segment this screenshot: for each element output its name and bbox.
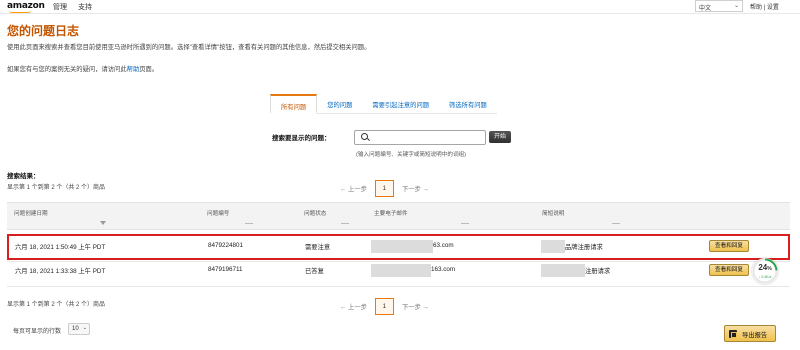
top-right-links: 帮助 | 设置 <box>750 2 779 11</box>
top-bar: amazon 管理 支持 中文 ⌄ 帮助 | 设置 <box>0 0 800 14</box>
pagination-top: ← 上一步 1 下一步 → <box>340 180 429 197</box>
redacted-email <box>371 240 433 253</box>
row-divider <box>7 286 790 287</box>
rows-per-page-select[interactable]: 10 ⌄ <box>68 323 90 335</box>
filter-line-icon <box>461 223 469 224</box>
current-page[interactable]: 1 <box>374 298 394 315</box>
page-title: 您的问题日志 <box>7 24 80 38</box>
next-page-button[interactable]: 下一步 → <box>402 302 429 311</box>
issue-tabs: 所有问题 您的问题 需要引起注意的问题 筛选所有问题 <box>270 94 497 114</box>
settings-link[interactable]: 设置 <box>767 5 779 11</box>
row-number: 8479196711 <box>208 266 243 273</box>
next-page-button[interactable]: 下一步 → <box>402 184 429 193</box>
tab-attention-issues[interactable]: 需要引起注意的问题 <box>362 94 439 114</box>
progress-unit: % <box>767 266 772 272</box>
nav-support[interactable]: 支持 <box>78 2 92 12</box>
sort-caret-icon[interactable] <box>100 221 106 225</box>
help-note-prefix: 如果您有与您的案例无关的疑问，请访问此 <box>7 66 127 73</box>
prev-page-button[interactable]: ← 上一步 <box>340 184 367 193</box>
redacted-description <box>541 240 565 253</box>
search-input[interactable] <box>354 130 486 145</box>
row-status: 需要注意 <box>305 244 331 251</box>
rows-per-page-label: 每页可显示的行数 <box>13 329 62 335</box>
column-header-description[interactable]: 简短说明 <box>542 209 564 217</box>
network-speed-widget[interactable]: 24% ↓ 0.4K/s <box>752 258 778 284</box>
tab-your-issues[interactable]: 您的问题 <box>317 94 362 114</box>
results-count: 显示第 1 个到第 2 个（共 2 个）商品 <box>7 185 106 191</box>
tab-all-issues[interactable]: 所有问题 <box>270 94 318 114</box>
filter-line-icon <box>341 223 349 224</box>
row-description: 注册请求 <box>585 268 611 275</box>
tab-filter-issues[interactable]: 筛选所有问题 <box>439 94 497 114</box>
search-button[interactable]: 开始 <box>489 131 511 143</box>
results-count-bottom: 显示第 1 个到第 2 个（共 2 个）商品 <box>7 302 106 308</box>
row-description: 品牌注册请求 <box>565 244 603 251</box>
progress-value: 24 <box>758 263 768 272</box>
row-date: 六月 18, 2021 1:50:49 上午 PDT <box>15 244 106 251</box>
row-status: 已答复 <box>305 268 324 275</box>
search-icon <box>361 133 368 140</box>
table-row: 六月 18, 2021 1:50:49 上午 PDT 8479224801 需要… <box>7 234 790 260</box>
column-header-number[interactable]: 问题编号 <box>207 209 229 217</box>
row-email: 63.com <box>433 242 454 249</box>
search-hint: (输入问题编号、关键字或简短说明中的词组) <box>356 152 467 158</box>
redacted-description <box>541 264 585 277</box>
page-description: 使用此页面来搜索并查看您目前使用亚马逊时所遇到的问题。选择"查看详情"按钮，查看… <box>7 44 371 51</box>
view-reply-button[interactable]: 查看和回复 <box>709 240 749 252</box>
column-header-status[interactable]: 问题状态 <box>304 209 326 217</box>
prev-page-button[interactable]: ← 上一步 <box>340 302 367 311</box>
table-row: 六月 18, 2021 1:33:38 上午 PDT 8479196711 已答… <box>7 258 790 284</box>
language-select[interactable]: 中文 ⌄ <box>695 0 743 12</box>
current-page[interactable]: 1 <box>374 180 394 197</box>
help-link[interactable]: 帮助 <box>750 5 762 11</box>
column-header-date[interactable]: 问题创建日期 <box>14 209 48 217</box>
row-date: 六月 18, 2021 1:33:38 上午 PDT <box>15 268 106 275</box>
pagination-bottom: ← 上一步 1 下一步 → <box>340 298 429 315</box>
redacted-email <box>371 264 431 277</box>
rows-per-page-value: 10 <box>72 326 79 332</box>
results-label: 搜索结果： <box>7 173 40 180</box>
export-report-button[interactable]: 导出报告 <box>724 325 776 342</box>
amazon-smile-icon <box>9 10 31 13</box>
export-label: 导出报告 <box>742 332 768 339</box>
separator: | <box>763 5 766 11</box>
search-label: 搜索要显示的问题： <box>272 135 331 142</box>
chevron-down-icon: ⌄ <box>82 325 87 331</box>
row-number: 8479224801 <box>208 242 244 249</box>
help-page-link[interactable]: 帮助 <box>127 66 140 73</box>
progress-percent: 24% <box>752 263 778 272</box>
column-header-email[interactable]: 主要电子邮件 <box>374 209 408 217</box>
language-value: 中文 <box>699 6 712 12</box>
help-note-suffix: 页面。 <box>139 66 159 73</box>
chevron-down-icon: ⌄ <box>733 3 739 9</box>
nav-manage[interactable]: 管理 <box>53 2 67 12</box>
progress-rate: ↓ 0.4K/s <box>758 275 772 279</box>
filter-line-icon <box>245 223 253 224</box>
filter-line-icon <box>612 223 620 224</box>
export-icon <box>729 330 737 338</box>
table-header: 问题创建日期 问题编号 问题状态 主要电子邮件 简短说明 <box>7 202 790 230</box>
view-reply-button[interactable]: 查看和回复 <box>709 264 749 276</box>
row-email: 163.com <box>431 266 456 273</box>
help-note: 如果您有与您的案例无关的疑问，请访问此帮助页面。 <box>7 64 158 73</box>
